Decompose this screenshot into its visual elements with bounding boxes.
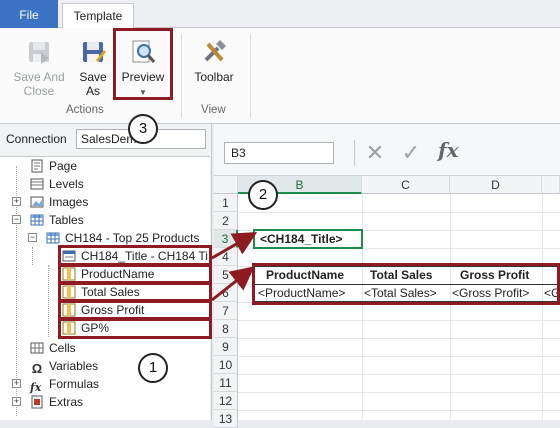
table-highlight-box [252, 263, 560, 305]
formula-separator [354, 140, 355, 166]
toolbar-label: Toolbar [194, 70, 234, 84]
actions-group-label: Actions [66, 104, 104, 116]
omega-icon: Ω [31, 361, 43, 376]
tree-item-extras[interactable]: Extras [30, 393, 83, 411]
active-cell-selection [253, 229, 363, 249]
ribbon-separator [250, 34, 251, 118]
collapse-table-icon[interactable]: − [28, 233, 37, 242]
column-header-c[interactable]: C [362, 176, 450, 194]
tree-guide-line [48, 265, 49, 337]
confirm-icon[interactable]: ✓ [398, 141, 424, 165]
tree-item-formulas[interactable]: fx Formulas [30, 375, 100, 394]
toolbar-button[interactable]: Toolbar [190, 38, 238, 84]
row-header[interactable]: 13 [214, 410, 238, 428]
tree-label: CH184 - Top 25 Products [65, 231, 200, 245]
tree-label: Tables [49, 213, 84, 227]
row-header[interactable]: 10 [214, 356, 238, 374]
images-icon [30, 196, 44, 208]
data-tree: Page Levels + Images − Tables − CH184 - … [0, 156, 212, 420]
connection-label: Connection [6, 132, 67, 146]
formula-bar: B3 ✕ ✓ fx [214, 124, 560, 176]
cell-grid[interactable]: B C D 1 2 3 4 5 6 7 8 9 10 11 12 13 <CH1… [214, 176, 560, 428]
collapse-tables-icon[interactable]: − [12, 215, 21, 224]
tree-guide-line [32, 247, 33, 265]
table-icon [30, 214, 44, 226]
gridline [362, 194, 363, 420]
gridline [238, 410, 560, 411]
tree-item-levels[interactable]: Levels [30, 175, 84, 193]
row-header[interactable]: 3 [214, 230, 238, 248]
tab-template[interactable]: Template [62, 3, 134, 29]
name-box[interactable]: B3 [224, 142, 334, 164]
save-and-close-button[interactable]: Save And Close [12, 38, 66, 98]
callout-badge-3: 3 [128, 114, 158, 144]
template-sheet: B3 ✕ ✓ fx B C D 1 2 3 4 5 6 7 8 9 10 11 … [214, 124, 560, 428]
row-header[interactable]: 7 [214, 302, 238, 320]
row-header[interactable]: 6 [214, 284, 238, 302]
cells-icon [30, 342, 44, 354]
tree-label: Cells [49, 341, 76, 355]
expand-images-icon[interactable]: + [12, 197, 21, 206]
row-header[interactable]: 12 [214, 392, 238, 410]
row-header[interactable]: 4 [214, 248, 238, 266]
callout-badge-1: 1 [138, 353, 168, 383]
gridline [542, 194, 543, 420]
save-as-label: Save As [79, 70, 107, 98]
ribbon: Save And Close Save As Preview ▼ Actions… [0, 28, 560, 124]
row-header[interactable]: 2 [214, 212, 238, 230]
tree-item-cells[interactable]: Cells [30, 339, 76, 357]
tree-label: Page [49, 159, 78, 173]
tree-item-tables[interactable]: Tables [30, 211, 84, 229]
table-icon [46, 232, 60, 244]
field-highlight-box [58, 317, 212, 339]
tree-label: Extras [49, 395, 84, 409]
preview-callout-box [113, 28, 173, 100]
row-header[interactable]: 9 [214, 338, 238, 356]
row-header[interactable]: 11 [214, 374, 238, 392]
tree-item-variables[interactable]: Ω Variables [30, 357, 99, 376]
save-and-close-label: Save And Close [13, 70, 65, 98]
tab-file[interactable]: File [0, 0, 58, 28]
tree-label: Formulas [49, 377, 100, 391]
extras-icon [31, 395, 43, 409]
save-close-icon [29, 42, 49, 64]
save-as-icon [83, 42, 106, 62]
tools-icon [204, 40, 226, 62]
tree-label: Levels [49, 177, 84, 191]
column-header-d[interactable]: D [450, 176, 542, 194]
expand-formulas-icon[interactable]: + [12, 379, 21, 388]
gridline [238, 212, 560, 213]
column-header-e[interactable] [542, 176, 560, 194]
row-header[interactable]: 5 [214, 266, 238, 284]
row-header[interactable]: 1 [214, 194, 238, 212]
row-header[interactable]: 8 [214, 320, 238, 338]
page-icon [31, 159, 43, 173]
fx-icon: fx [30, 381, 42, 394]
fx-icon[interactable]: fx [438, 138, 459, 162]
ribbon-tab-bar: File Template [0, 0, 560, 29]
gridline [238, 392, 560, 393]
ribbon-separator [181, 34, 182, 118]
gridline [450, 194, 451, 420]
gridline [238, 338, 560, 339]
data-panel: Connection SalesDem Page Levels + Images… [0, 124, 212, 420]
view-group-label: View [201, 104, 226, 116]
corner-cell[interactable] [214, 176, 238, 194]
tree-label: Images [49, 195, 89, 209]
save-as-button[interactable]: Save As [72, 38, 114, 98]
tree-item-images[interactable]: Images [30, 193, 88, 211]
gridline [238, 374, 560, 375]
tree-item-page[interactable]: Page [30, 157, 77, 175]
expand-extras-icon[interactable]: + [12, 397, 21, 406]
levels-icon [30, 178, 44, 190]
tree-label: Variables [49, 359, 99, 373]
cancel-icon[interactable]: ✕ [362, 141, 388, 165]
callout-badge-2: 2 [248, 180, 278, 210]
gridline [238, 320, 560, 321]
gridline [238, 356, 560, 357]
